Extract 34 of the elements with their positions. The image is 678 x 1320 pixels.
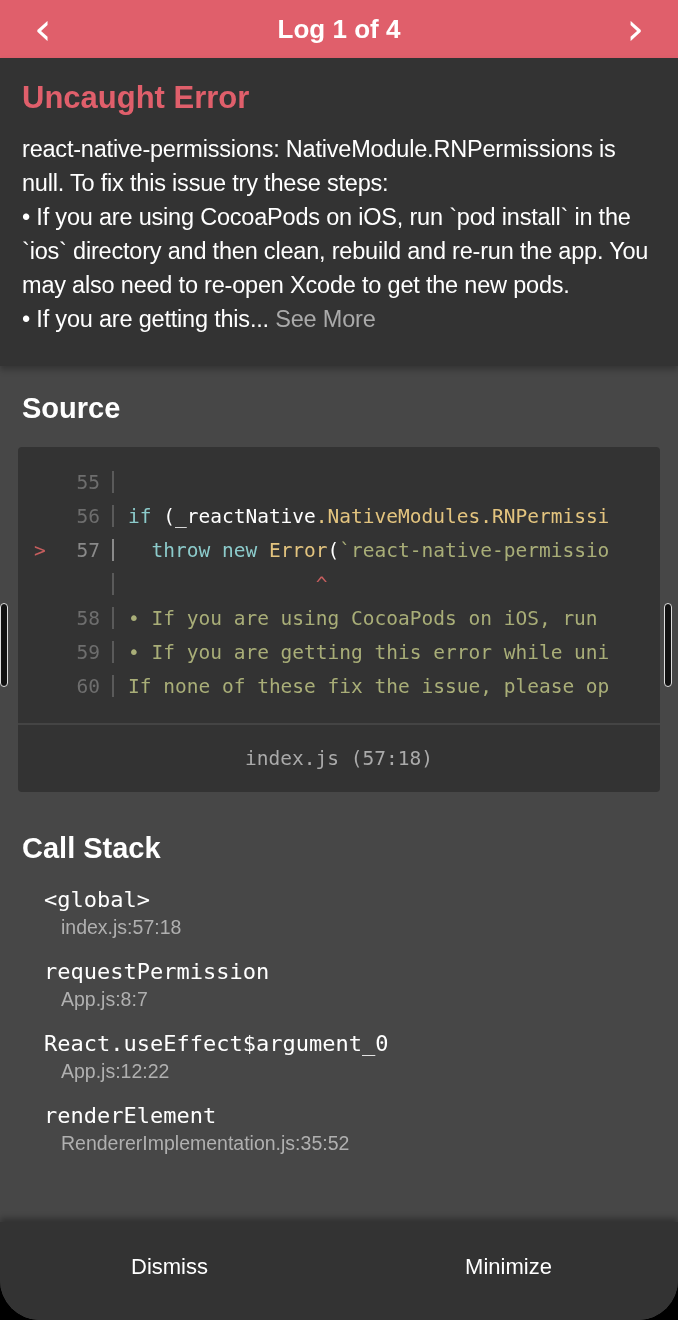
dismiss-button[interactable]: Dismiss (0, 1222, 339, 1320)
code-line: if (_reactNative.NativeModules.RNPermissi (128, 504, 610, 528)
stack-frame-method[interactable]: <global> (44, 887, 660, 912)
line-number: 59 (76, 640, 100, 664)
side-handle[interactable] (664, 603, 672, 687)
line-number: 56 (76, 504, 100, 528)
error-line-pointer: > (34, 538, 46, 562)
stack-frame-location: RendererImplementation.js:35:52 (61, 1132, 351, 1155)
side-handle[interactable] (0, 603, 8, 687)
code-line: ^ (314, 572, 328, 596)
file-location: index.js (57:18) (18, 723, 660, 792)
call-stack-heading: Call Stack (22, 832, 162, 865)
minimize-button[interactable]: Minimize (339, 1222, 678, 1320)
error-title: Uncaught Error (22, 80, 251, 116)
stack-frame-location: App.js:12:22 (61, 1060, 171, 1083)
stack-frame-method[interactable]: renderElement (44, 1103, 660, 1128)
code-line: • If you are getting this error while uni (128, 640, 610, 664)
code-line: throw new Error(`react-native-permissio (150, 538, 610, 562)
source-heading: Source (22, 392, 122, 425)
code-line: • If you are using CocoaPods on iOS, run (128, 606, 598, 630)
line-number: 60 (76, 674, 100, 698)
error-message: • If you are using CocoaPods on iOS, run `pod install` in the `ios` directory and then clean, rebuild and re-run the app. You may also need to re-open Xcode to get the new pods. (22, 203, 650, 300)
stack-frame-location: index.js:57:18 (61, 916, 183, 939)
log-title: Log 1 of 4 (277, 13, 401, 45)
error-message: react-native-permissions: NativeModule.RNPermissions is null. To fix this issue try these steps: (22, 135, 617, 198)
see-more-link[interactable]: See More (275, 306, 376, 332)
code-line: If none of these fix the issue, please op (128, 674, 610, 698)
error-message: • If you are getting this... See More (22, 305, 377, 334)
line-number: 57 (76, 538, 100, 562)
stack-frame-location: App.js:8:7 (61, 988, 149, 1011)
stack-frame-method[interactable]: requestPermission (44, 959, 660, 984)
stack-frame-method[interactable]: React.useEffect$argument_0 (44, 1031, 660, 1056)
line-number: 55 (76, 470, 100, 494)
line-number: 58 (76, 606, 100, 630)
